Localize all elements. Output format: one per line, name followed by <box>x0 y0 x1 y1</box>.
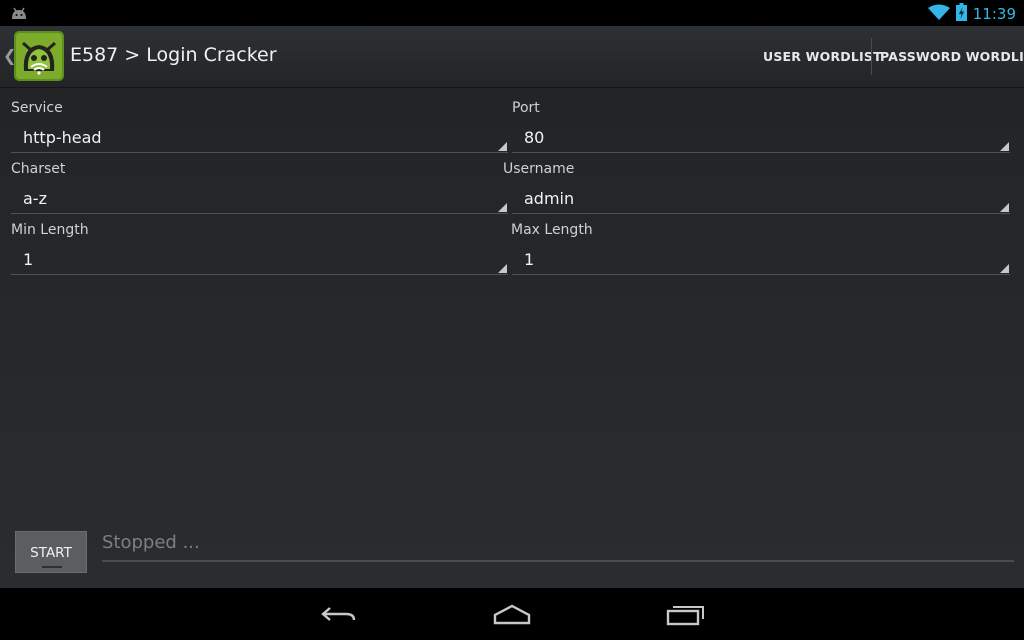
dropdown-corner-icon <box>498 142 507 151</box>
back-icon[interactable] <box>320 602 358 630</box>
user-wordlist-button[interactable]: USER WORDLIST <box>763 26 882 87</box>
charset-spinner[interactable]: a-z <box>11 183 508 214</box>
charset-value: a-z <box>23 189 47 208</box>
dropdown-corner-icon <box>498 203 507 212</box>
username-label: Username <box>503 161 575 177</box>
action-bar: ❮ E587 > Login Cracker USER WORDLIST PAS… <box>0 26 1024 88</box>
app-logo-icon[interactable] <box>14 31 64 81</box>
dropdown-corner-icon <box>1000 264 1009 273</box>
status-output: Stopped ... <box>102 532 200 553</box>
port-label: Port <box>512 100 540 116</box>
start-button-label: START <box>30 545 72 561</box>
max-length-value: 1 <box>524 250 535 269</box>
android-icon <box>9 5 29 24</box>
min-length-label: Min Length <box>11 222 89 238</box>
recent-apps-icon[interactable] <box>666 602 706 630</box>
wifi-icon <box>927 4 950 25</box>
toggle-indicator <box>42 566 62 568</box>
dropdown-corner-icon <box>1000 142 1009 151</box>
action-divider <box>871 38 872 75</box>
port-value: 80 <box>524 128 545 147</box>
status-divider <box>102 560 1014 562</box>
page-title: E587 > Login Cracker <box>70 44 277 66</box>
max-length-spinner[interactable]: 1 <box>512 244 1010 275</box>
min-length-value: 1 <box>23 250 34 269</box>
password-wordlist-button[interactable]: PASSWORD WORDLIST <box>880 26 1024 87</box>
service-spinner[interactable]: http-head <box>11 122 508 153</box>
min-length-spinner[interactable]: 1 <box>11 244 508 275</box>
status-bar: 11:39 <box>0 0 1024 26</box>
username-value: admin <box>524 189 575 208</box>
start-button[interactable]: START <box>15 531 87 573</box>
clock: 11:39 <box>972 5 1016 23</box>
username-spinner[interactable]: admin <box>512 183 1010 214</box>
home-icon[interactable] <box>492 602 532 630</box>
port-spinner[interactable]: 80 <box>512 122 1010 153</box>
dropdown-corner-icon <box>1000 203 1009 212</box>
charset-label: Charset <box>11 161 66 177</box>
dropdown-corner-icon <box>498 264 507 273</box>
login-cracker-form: Service http-head Port 80 Charset a-z Us… <box>0 88 1024 588</box>
service-value: http-head <box>23 128 102 147</box>
service-label: Service <box>11 100 63 116</box>
max-length-label: Max Length <box>511 222 593 238</box>
battery-charging-icon <box>955 3 967 25</box>
navigation-bar <box>0 588 1024 640</box>
